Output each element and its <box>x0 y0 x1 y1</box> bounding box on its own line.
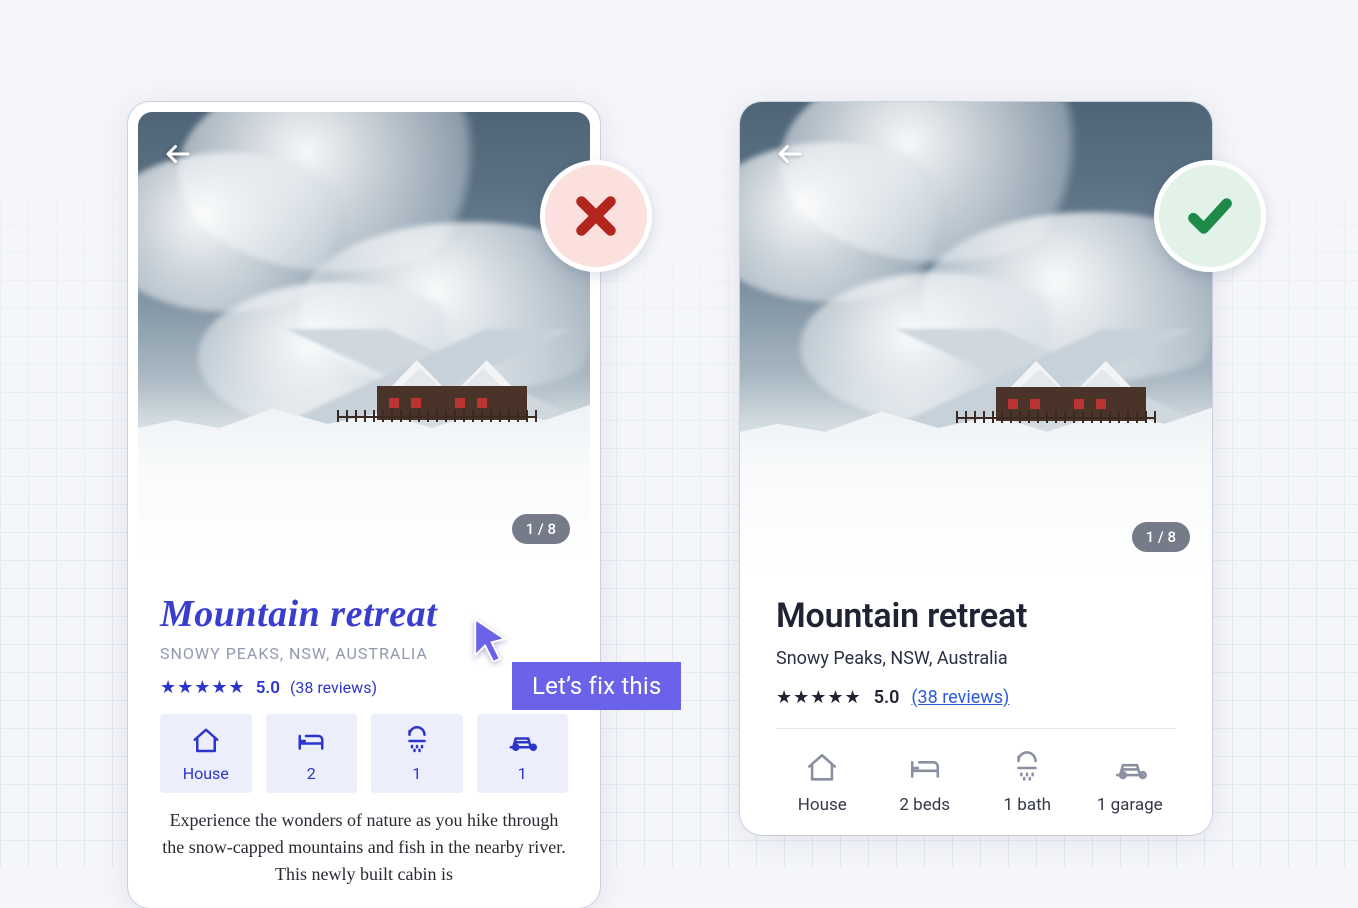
hero-image[interactable]: 1 / 8 <box>740 102 1212 574</box>
feature-house: House <box>160 714 252 793</box>
house-icon <box>802 751 842 785</box>
rating-reviews-link[interactable]: (38 reviews) <box>911 687 1009 708</box>
back-button[interactable] <box>158 134 198 174</box>
feature-label: House <box>166 764 246 783</box>
arrow-left-icon <box>163 139 193 169</box>
listing-card-bad: 1 / 8 Mountain retreat SNOWY PEAKS, NSW,… <box>128 102 600 908</box>
rating-score: 5.0 <box>874 687 900 708</box>
listing-description: Experience the wonders of nature as you … <box>160 807 568 888</box>
rating-row[interactable]: ★★★★★ 5.0 (38 reviews) <box>776 687 1176 729</box>
feature-label: House <box>776 795 869 815</box>
image-page-counter: 1 / 8 <box>512 514 570 544</box>
feature-bath: 1 bath <box>981 751 1074 815</box>
cursor-pointer <box>470 616 510 666</box>
check-icon <box>1185 191 1235 241</box>
listing-card-good: 1 / 8 Mountain retreat Snowy Peaks, NSW,… <box>740 102 1212 835</box>
bad-example-badge <box>540 160 652 272</box>
image-page-counter: 1 / 8 <box>1132 522 1190 552</box>
rating-reviews-link[interactable]: (38 reviews) <box>290 678 377 697</box>
shower-icon <box>400 726 434 756</box>
back-button[interactable] <box>770 134 810 174</box>
star-icons: ★★★★★ <box>776 687 862 708</box>
feature-beds: 2 <box>266 714 358 793</box>
listing-location: Snowy Peaks, NSW, Australia <box>776 648 1176 669</box>
rating-score: 5.0 <box>256 678 280 698</box>
good-example-badge <box>1154 160 1266 272</box>
shower-icon <box>1007 751 1047 785</box>
star-icons: ★★★★★ <box>160 677 246 698</box>
feature-label: 2 <box>272 764 352 783</box>
arrow-left-icon <box>775 139 805 169</box>
feature-bath: 1 <box>371 714 463 793</box>
feature-beds: 2 beds <box>879 751 972 815</box>
x-icon <box>571 191 621 241</box>
fix-this-tooltip[interactable]: Let’s fix this <box>512 662 681 710</box>
feature-label: 1 <box>377 764 457 783</box>
car-icon <box>1110 751 1150 785</box>
bed-icon <box>294 726 328 756</box>
car-icon <box>505 726 539 756</box>
rating-row[interactable]: ★★★★★ 5.0 (38 reviews) <box>160 677 568 698</box>
feature-garage: 1 <box>477 714 569 793</box>
listing-title: Mountain retreat <box>776 596 1176 636</box>
house-icon <box>189 726 223 756</box>
feature-house: House <box>776 751 869 815</box>
feature-label: 1 <box>483 764 563 783</box>
feature-label: 2 beds <box>879 795 972 815</box>
hero-image[interactable]: 1 / 8 <box>128 102 600 574</box>
feature-garage: 1 garage <box>1084 751 1177 815</box>
bed-icon <box>905 751 945 785</box>
feature-label: 1 bath <box>981 795 1074 815</box>
feature-label: 1 garage <box>1084 795 1177 815</box>
